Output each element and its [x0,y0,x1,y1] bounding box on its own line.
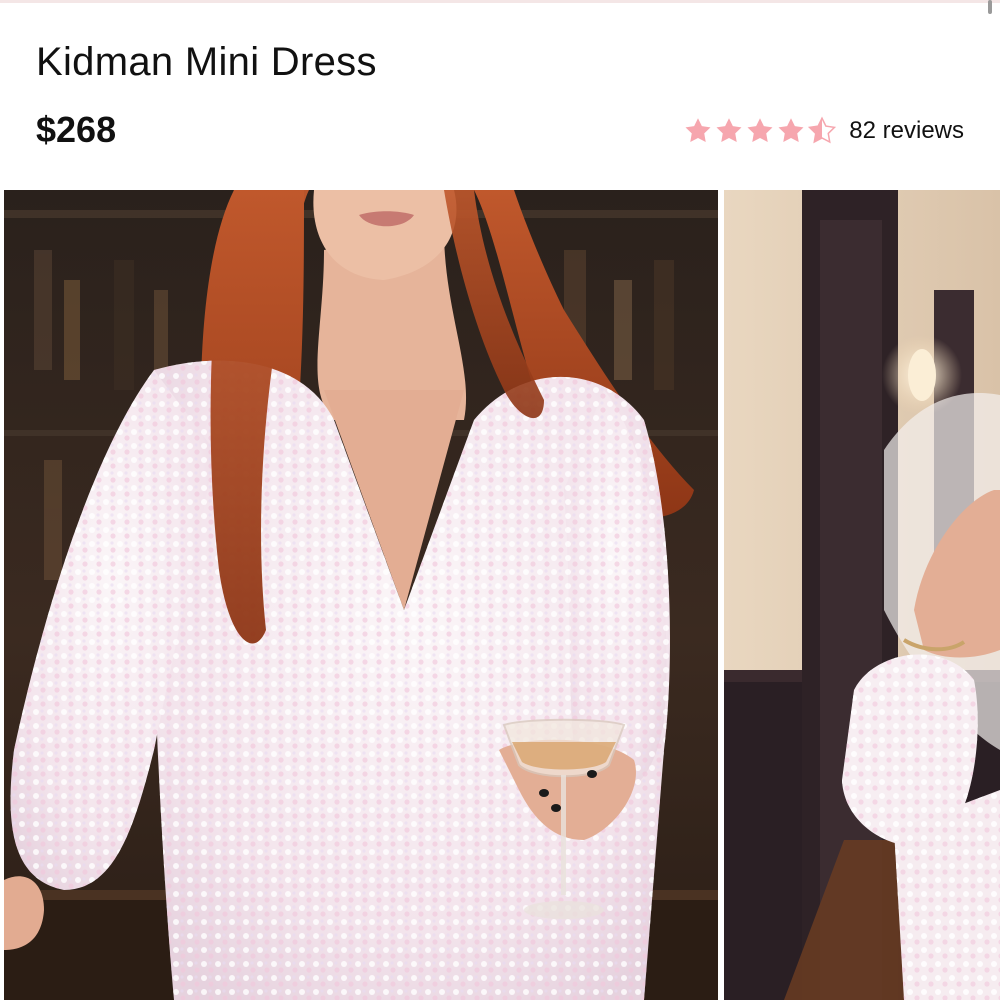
product-title: Kidman Mini Dress [36,40,377,84]
reviews-link[interactable]: 82 reviews [849,117,964,145]
star-icon [714,116,744,146]
star-icon [683,116,713,146]
rating-stars [683,116,837,146]
product-price: $268 [36,109,117,150]
star-icon [807,116,837,146]
product-photo-secondary[interactable] [724,190,1000,1000]
product-page: Kidman Mini Dress $268 82 reviews [0,0,1000,1000]
product-rating[interactable]: 82 reviews [683,114,964,148]
star-icon [776,116,806,146]
product-photo-secondary-image [724,190,1000,1000]
product-header: Kidman Mini Dress $268 82 reviews [0,0,1000,190]
product-photo-main-image [4,190,718,1000]
product-photo-main[interactable] [4,190,718,1000]
product-image-gallery[interactable] [0,190,1000,1000]
star-icon [745,116,775,146]
